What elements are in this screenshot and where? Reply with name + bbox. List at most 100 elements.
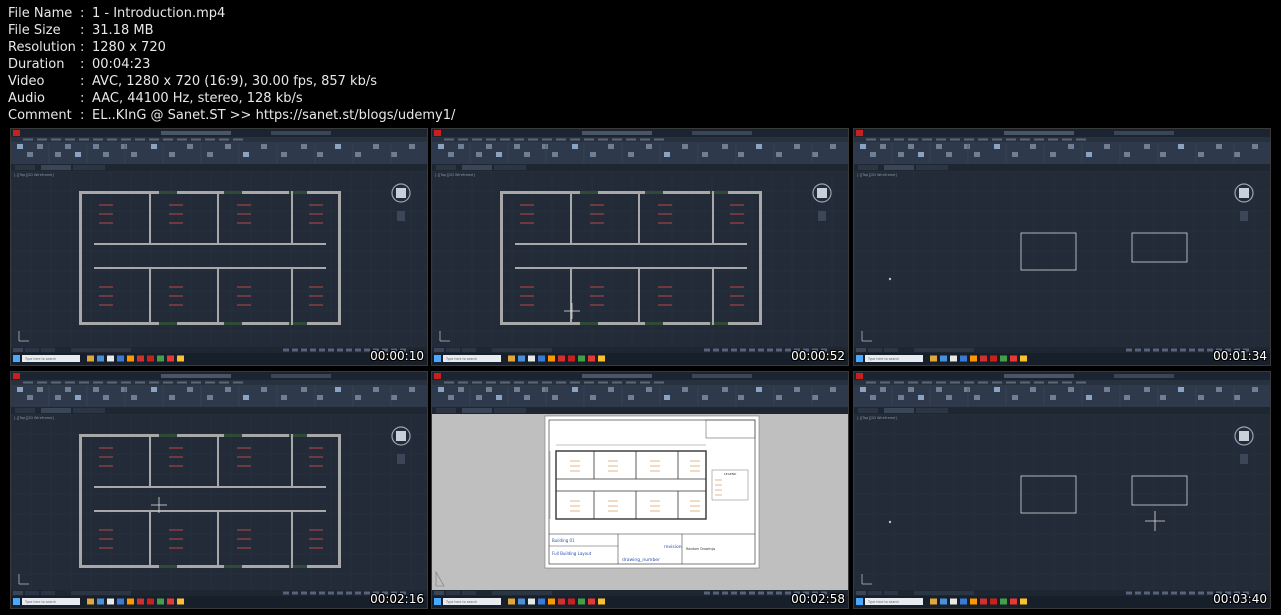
window xyxy=(580,191,598,194)
ribbon-tool-icon xyxy=(476,395,482,400)
window-title xyxy=(582,131,652,135)
ribbon-tab xyxy=(79,138,89,141)
viewport-label: [-][Top][2D Wireframe] xyxy=(857,416,897,420)
autocad-screenshot: [-][Top][2D Wireframe]Type here to searc… xyxy=(432,372,848,608)
info-value: 31.18 MB xyxy=(92,23,154,38)
legend-title: LEGEND xyxy=(724,472,737,476)
ribbon-tab xyxy=(1006,381,1016,384)
ribbon-tab xyxy=(584,381,594,384)
ribbon-tool-icon xyxy=(187,387,193,392)
status-bar-icon xyxy=(1153,591,1159,595)
ribbon-tool-icon xyxy=(486,387,492,392)
taskbar-app-icon xyxy=(147,355,154,362)
viewport-label: [-][Top][2D Wireframe] xyxy=(14,173,54,177)
ribbon-tool-icon xyxy=(1124,152,1130,157)
ribbon-tab xyxy=(908,138,918,141)
ribbon-tool-icon xyxy=(1198,152,1204,157)
info-value: 00:04:23 xyxy=(92,57,151,72)
ribbon-tool-icon xyxy=(664,395,670,400)
wall xyxy=(500,191,503,325)
ribbon-tab xyxy=(1006,138,1016,141)
taskbar-search-placeholder: Type here to search xyxy=(24,357,56,361)
ribbon-tool-icon xyxy=(1104,144,1110,149)
wall xyxy=(515,243,747,245)
search-box xyxy=(692,131,752,135)
ribbon-tab xyxy=(79,381,89,384)
layout-tab xyxy=(41,591,55,595)
ribbon-tab xyxy=(894,381,904,384)
taskbar-app-icon xyxy=(167,598,174,605)
layout-tab xyxy=(25,591,39,595)
video-thumbnail[interactable]: [-][Top][2D Wireframe]Type here to searc… xyxy=(431,128,849,366)
drawing-sheet xyxy=(544,415,760,569)
ribbon-tab xyxy=(612,138,622,141)
ribbon-tool-icon xyxy=(830,387,836,392)
file-tab-start xyxy=(858,408,878,413)
ribbon-tool-icon xyxy=(860,387,866,392)
ribbon-tool-icon xyxy=(918,395,924,400)
status-bar-icon xyxy=(328,348,334,352)
ribbon-tab xyxy=(640,381,650,384)
taskbar-app-icon xyxy=(548,355,555,362)
info-key: File Name xyxy=(8,6,73,21)
ribbon-tool-icon xyxy=(880,144,886,149)
ribbon-tool-icon xyxy=(964,387,970,392)
taskbar-app-icon xyxy=(568,598,575,605)
taskbar-app-icon xyxy=(548,598,555,605)
ribbon-tool-icon xyxy=(1050,152,1056,157)
ribbon-tab xyxy=(950,381,960,384)
ribbon-tab xyxy=(964,381,974,384)
status-bar-icon xyxy=(346,348,352,352)
file-tab-start xyxy=(436,165,456,170)
status-bar-icon xyxy=(713,591,719,595)
ribbon-tool-icon xyxy=(17,387,23,392)
ribbon-tool-icon xyxy=(373,387,379,392)
ribbon-tool-icon xyxy=(1104,387,1110,392)
ribbon-tool-icon xyxy=(1252,387,1258,392)
ribbon-tool-icon xyxy=(628,152,634,157)
video-thumbnail[interactable]: [-][Top][2D Wireframe]Type here to searc… xyxy=(853,128,1271,366)
wall xyxy=(291,267,293,325)
status-bar-icon xyxy=(301,348,307,352)
ribbon-tab xyxy=(528,381,538,384)
ribbon-tool-icon xyxy=(261,144,267,149)
navigation-bar xyxy=(1240,454,1248,464)
ribbon-tool-icon xyxy=(776,152,782,157)
video-thumbnail[interactable]: [-][Top][2D Wireframe] Type here to searc… xyxy=(10,128,428,366)
info-key: Audio xyxy=(8,91,45,106)
wall xyxy=(79,434,82,568)
ribbon-tab xyxy=(37,381,47,384)
video-thumbnail[interactable]: [-][Top][2D Wireframe]Type here to searc… xyxy=(853,371,1271,609)
status-bar-icon xyxy=(355,348,361,352)
file-tab-building xyxy=(916,408,948,413)
ribbon-tool-icon xyxy=(776,395,782,400)
cursor-point xyxy=(888,277,892,281)
autocad-screenshot: [-][Top][2D Wireframe]Type here to searc… xyxy=(432,129,848,365)
ribbon-tool-icon xyxy=(281,152,287,157)
command-line xyxy=(914,348,974,352)
ribbon-tool-icon xyxy=(391,395,397,400)
ribbon-tool-icon xyxy=(1234,395,1240,400)
ribbon-tab xyxy=(1020,138,1030,141)
status-bar-icon xyxy=(1126,591,1132,595)
ribbon-tool-icon xyxy=(1086,395,1092,400)
status-bar-icon xyxy=(310,348,316,352)
video-thumbnail[interactable]: [-][Top][2D Wireframe]Type here to searc… xyxy=(10,371,428,609)
thumbnail-timestamp: 00:02:58 xyxy=(791,592,845,606)
ribbon-tool-icon xyxy=(830,144,836,149)
ribbon-tool-icon xyxy=(794,144,800,149)
info-key: Duration xyxy=(8,57,65,72)
windows-start-icon xyxy=(13,355,20,362)
taskbar-search-placeholder: Type here to search xyxy=(445,600,477,604)
video-thumbnail[interactable]: [-][Top][2D Wireframe]Type here to searc… xyxy=(431,371,849,609)
autocad-screenshot: [-][Top][2D Wireframe]Type here to searc… xyxy=(854,372,1270,608)
status-bar-icon xyxy=(1198,591,1204,595)
taskbar-app-icon xyxy=(568,355,575,362)
ribbon-tab xyxy=(233,138,243,141)
ribbon-tool-icon xyxy=(664,152,670,157)
taskbar-app-icon xyxy=(588,598,595,605)
ribbon-tool-icon xyxy=(572,387,578,392)
status-bar-icon xyxy=(1180,348,1186,352)
window-title xyxy=(1004,131,1074,135)
layout-tab xyxy=(868,591,882,595)
